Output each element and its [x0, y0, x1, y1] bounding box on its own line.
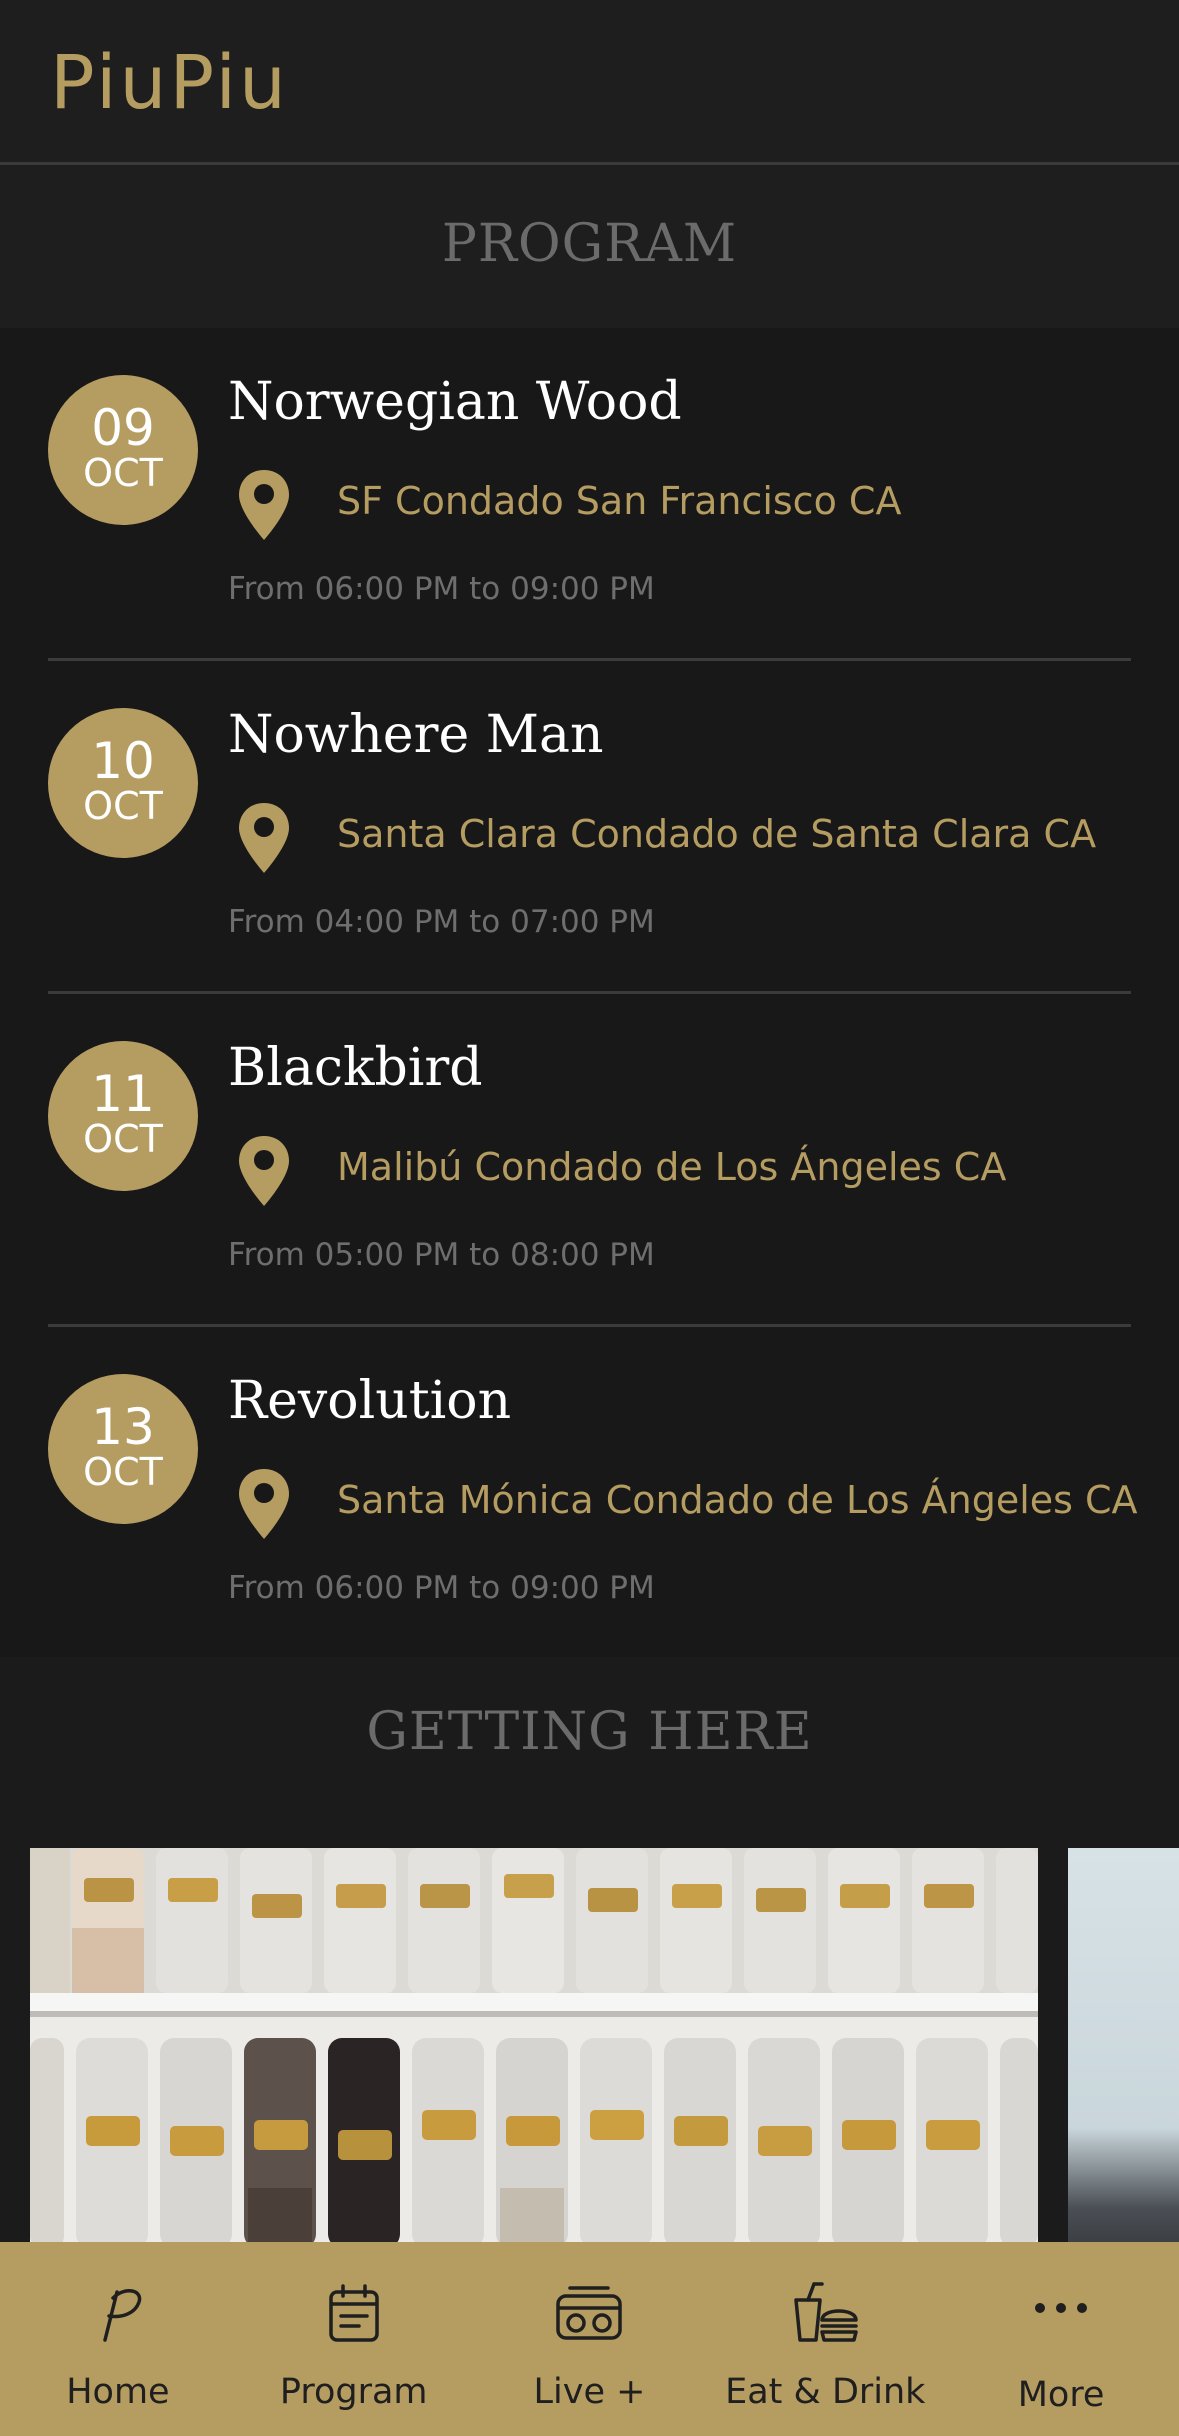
app-header: PiuPiu: [0, 0, 1179, 165]
event-time: From 05:00 PM to 08:00 PM: [228, 1237, 655, 1273]
tab-live-label: Live +: [533, 2372, 646, 2412]
event-location: SF Condado San Francisco CA: [337, 479, 902, 523]
tab-program[interactable]: Program: [236, 2242, 472, 2436]
program-section-title: PROGRAM: [0, 165, 1179, 328]
event-time: From 06:00 PM to 09:00 PM: [228, 571, 655, 607]
date-day: 13: [91, 1398, 155, 1456]
gallery-photo-next[interactable]: [1068, 1848, 1179, 2242]
location-pin-icon: [239, 1469, 289, 1539]
tab-more-label: More: [1017, 2375, 1105, 2415]
food-drink-icon: [794, 2282, 859, 2342]
event-title: Nowhere Man: [228, 705, 604, 765]
location-pin-icon: [239, 470, 289, 540]
date-badge: 11 OCT: [48, 1041, 198, 1191]
app-title: PiuPiu: [50, 40, 289, 126]
event-title: Norwegian Wood: [228, 372, 682, 432]
date-month: OCT: [83, 1450, 163, 1494]
date-badge: 10 OCT: [48, 708, 198, 858]
radio-icon: [556, 2286, 623, 2340]
home-logo-icon: [103, 2289, 142, 2342]
tab-home-label: Home: [66, 2372, 170, 2412]
event-location: Santa Clara Condado de Santa Clara CA: [337, 812, 1097, 856]
tab-program-label: Program: [279, 2372, 428, 2412]
tab-eat-drink[interactable]: Eat & Drink: [707, 2242, 943, 2436]
date-day: 10: [91, 732, 155, 790]
date-badge: 09 OCT: [48, 375, 198, 525]
event-item[interactable]: 13 OCT Revolution Santa Mónica Condado d…: [0, 1327, 1179, 1660]
date-month: OCT: [83, 1117, 163, 1161]
date-day: 09: [91, 399, 155, 457]
location-pin-icon: [239, 1136, 289, 1206]
event-title: Blackbird: [228, 1038, 483, 1098]
location-pin-icon: [239, 803, 289, 873]
event-location: Santa Mónica Condado de Los Ángeles CA: [337, 1478, 1138, 1522]
event-item[interactable]: 11 OCT Blackbird Malibú Condado de Los Á…: [0, 994, 1179, 1327]
event-item[interactable]: 09 OCT Norwegian Wood SF Condado San Fra…: [0, 328, 1179, 661]
event-list: 09 OCT Norwegian Wood SF Condado San Fra…: [0, 328, 1179, 1660]
tab-home[interactable]: Home: [0, 2242, 236, 2436]
tab-live[interactable]: Live +: [472, 2242, 708, 2436]
event-location: Malibú Condado de Los Ángeles CA: [337, 1145, 1007, 1189]
event-title: Revolution: [228, 1371, 512, 1431]
bottom-tab-bar: Home Program Live + Eat & Drink More: [0, 2242, 1179, 2436]
tab-eat-drink-label: Eat & Drink: [725, 2372, 926, 2412]
date-month: OCT: [83, 784, 163, 828]
getting-here-section-title: GETTING HERE: [0, 1657, 1179, 1812]
date-badge: 13 OCT: [48, 1374, 198, 1524]
calendar-icon: [328, 2284, 379, 2342]
apothecary-jars-photo: [30, 1848, 1038, 2242]
tab-more[interactable]: More: [943, 2242, 1179, 2436]
event-time: From 04:00 PM to 07:00 PM: [228, 904, 655, 940]
event-time: From 06:00 PM to 09:00 PM: [228, 1570, 655, 1606]
date-month: OCT: [83, 451, 163, 495]
app-screen: PiuPiu PROGRAM 09 OCT Norwegian Wood SF …: [0, 0, 1179, 2436]
event-item[interactable]: 10 OCT Nowhere Man Santa Clara Condado d…: [0, 661, 1179, 994]
date-day: 11: [91, 1065, 155, 1123]
gallery-photo[interactable]: [30, 1848, 1038, 2242]
getting-here-gallery[interactable]: [0, 1812, 1179, 2242]
more-dots-icon: [1035, 2303, 1088, 2313]
